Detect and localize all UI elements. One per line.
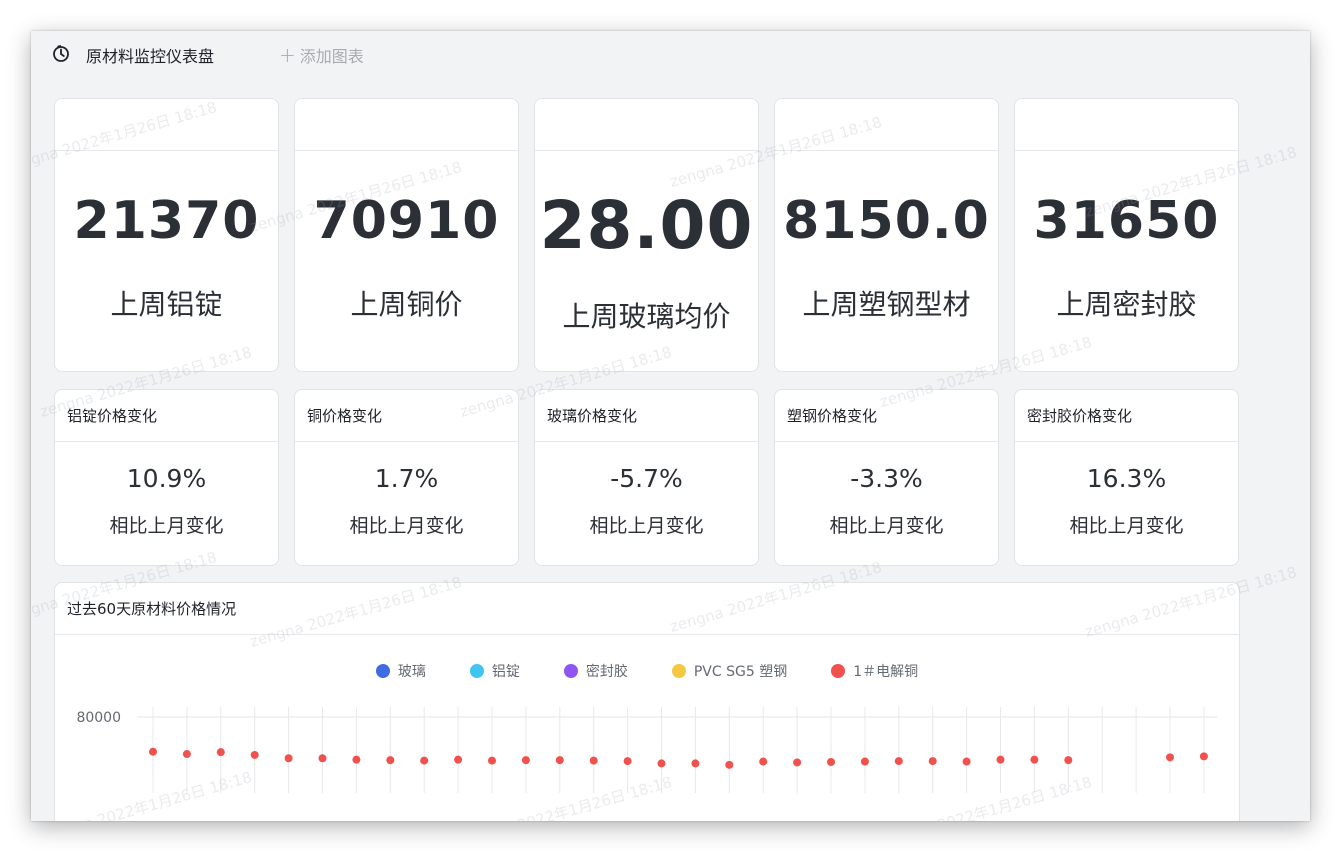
top-bar: 原材料监控仪表盘 + 添加图表 (31, 31, 1310, 77)
data-point[interactable] (928, 757, 937, 766)
legend-label: PVC SG5 塑钢 (693, 664, 788, 680)
kpi-label: 上周铝锭 (110, 288, 223, 321)
change-card-title: 玻璃价格变化 (535, 390, 758, 442)
data-point[interactable] (962, 757, 971, 766)
change-value: 16.3% (1086, 464, 1167, 493)
kpi-label: 上周铜价 (350, 288, 463, 321)
add-chart-label: 添加图表 (299, 47, 364, 66)
price-chart-card[interactable]: 过去60天原材料价格情况 玻璃 铝锭 密封胶 PVC SG5 塑钢 1＃电解铜 8000… (54, 582, 1240, 821)
change-card-title: 铝锭价格变化 (55, 390, 278, 442)
dashboard-title: 原材料监控仪表盘 (86, 47, 215, 66)
data-point[interactable] (555, 756, 564, 765)
legend-dot-icon (469, 664, 484, 678)
kpi-value: 21370 (73, 191, 260, 251)
legend-item[interactable]: 1＃电解铜 (821, 661, 928, 681)
change-value: -3.3% (850, 464, 923, 493)
kpi-label: 上周塑钢型材 (802, 288, 971, 321)
legend-item[interactable]: 玻璃 (366, 661, 436, 681)
data-point[interactable] (216, 748, 225, 757)
clock-icon[interactable] (51, 44, 71, 64)
kpi-card-pvc[interactable]: 8150.0 上周塑钢型材 (774, 98, 999, 372)
change-card-sealant[interactable]: 密封胶价格变化 16.3% 相比上月变化 (1014, 389, 1239, 566)
kpi-card-aluminum[interactable]: 21370 上周铝锭 (54, 98, 279, 372)
chart-title: 过去60天原材料价格情况 (55, 583, 1239, 635)
kpi-value: 8150.0 (783, 191, 990, 251)
data-point[interactable] (488, 756, 496, 765)
legend-item[interactable]: PVC SG5 塑钢 (662, 661, 797, 681)
data-point[interactable] (284, 754, 293, 763)
change-label: 相比上月变化 (109, 515, 224, 537)
legend-label: 铝锭 (491, 664, 520, 680)
kpi-label: 上周密封胶 (1056, 288, 1197, 321)
data-point[interactable] (827, 758, 835, 766)
legend-dot-icon (563, 664, 578, 678)
data-point[interactable] (1199, 752, 1208, 761)
change-card-title: 塑钢价格变化 (775, 390, 998, 442)
kpi-label: 上周玻璃均价 (562, 300, 731, 333)
data-point[interactable] (318, 754, 327, 763)
legend-label: 密封胶 (585, 664, 628, 680)
kpi-card-copper[interactable]: 70910 上周铜价 (294, 98, 519, 372)
change-label: 相比上月变化 (1069, 515, 1184, 537)
change-card-copper[interactable]: 铜价格变化 1.7% 相比上月变化 (294, 389, 519, 566)
data-point[interactable] (996, 755, 1005, 764)
change-label: 相比上月变化 (829, 515, 944, 537)
data-point[interactable] (894, 757, 903, 766)
y-tick-label: 80000 (76, 710, 121, 726)
legend-item[interactable]: 密封胶 (554, 661, 638, 681)
change-label: 相比上月变化 (349, 515, 464, 537)
kpi-value: 70910 (313, 191, 500, 251)
data-point[interactable] (860, 757, 869, 766)
data-point[interactable] (589, 756, 598, 765)
legend-dot-icon (375, 664, 390, 678)
data-point[interactable] (657, 759, 666, 768)
data-point[interactable] (420, 756, 429, 765)
legend-label: 1＃电解铜 (853, 664, 919, 680)
chart-legend: 玻璃 铝锭 密封胶 PVC SG5 塑钢 1＃电解铜 (55, 661, 1239, 681)
data-point[interactable] (250, 750, 259, 759)
change-value: 1.7% (374, 464, 439, 493)
change-card-title: 密封胶价格变化 (1015, 390, 1238, 442)
change-card-title: 铜价格变化 (295, 390, 518, 442)
change-card-pvc[interactable]: 塑钢价格变化 -3.3% 相比上月变化 (774, 389, 999, 566)
data-point[interactable] (1030, 755, 1039, 764)
data-point[interactable] (521, 756, 530, 765)
data-point[interactable] (793, 758, 802, 767)
change-value: -5.7% (610, 464, 683, 493)
data-point[interactable] (1166, 753, 1174, 762)
change-card-aluminum[interactable]: 铝锭价格变化 10.9% 相比上月变化 (54, 389, 279, 566)
kpi-card-header (535, 99, 758, 151)
plus-icon: + (279, 43, 296, 67)
data-point[interactable] (149, 747, 157, 756)
data-point[interactable] (623, 757, 632, 766)
legend-label: 玻璃 (397, 664, 426, 680)
legend-dot-icon (671, 664, 686, 678)
kpi-card-sealant[interactable]: 31650 上周密封胶 (1014, 98, 1239, 372)
data-point[interactable] (454, 755, 463, 764)
change-label: 相比上月变化 (589, 515, 704, 537)
change-card-glass[interactable]: 玻璃价格变化 -5.7% 相比上月变化 (534, 389, 759, 566)
kpi-card-glass[interactable]: 28.00 上周玻璃均价 (534, 98, 759, 372)
kpi-card-header (55, 99, 278, 151)
kpi-value: 28.00 (539, 187, 754, 264)
kpi-card-header (775, 99, 998, 151)
legend-dot-icon (831, 664, 846, 678)
data-point[interactable] (725, 760, 734, 769)
dashboard-window: 原材料监控仪表盘 + 添加图表 21370 上周铝锭 70910 上周铜价 28… (31, 31, 1310, 821)
add-chart-button[interactable]: + 添加图表 (279, 43, 364, 67)
legend-item[interactable]: 铝锭 (460, 661, 530, 681)
data-point[interactable] (691, 759, 700, 768)
chart-plot-area: 80000 (76, 707, 1217, 793)
data-point[interactable] (352, 755, 361, 764)
data-point[interactable] (1064, 756, 1073, 765)
kpi-card-header (1015, 99, 1238, 151)
kpi-card-header (295, 99, 518, 151)
data-point[interactable] (759, 757, 768, 766)
kpi-value: 31650 (1033, 191, 1220, 251)
data-point[interactable] (182, 750, 191, 759)
data-point[interactable] (386, 756, 395, 765)
change-value: 10.9% (126, 464, 207, 493)
